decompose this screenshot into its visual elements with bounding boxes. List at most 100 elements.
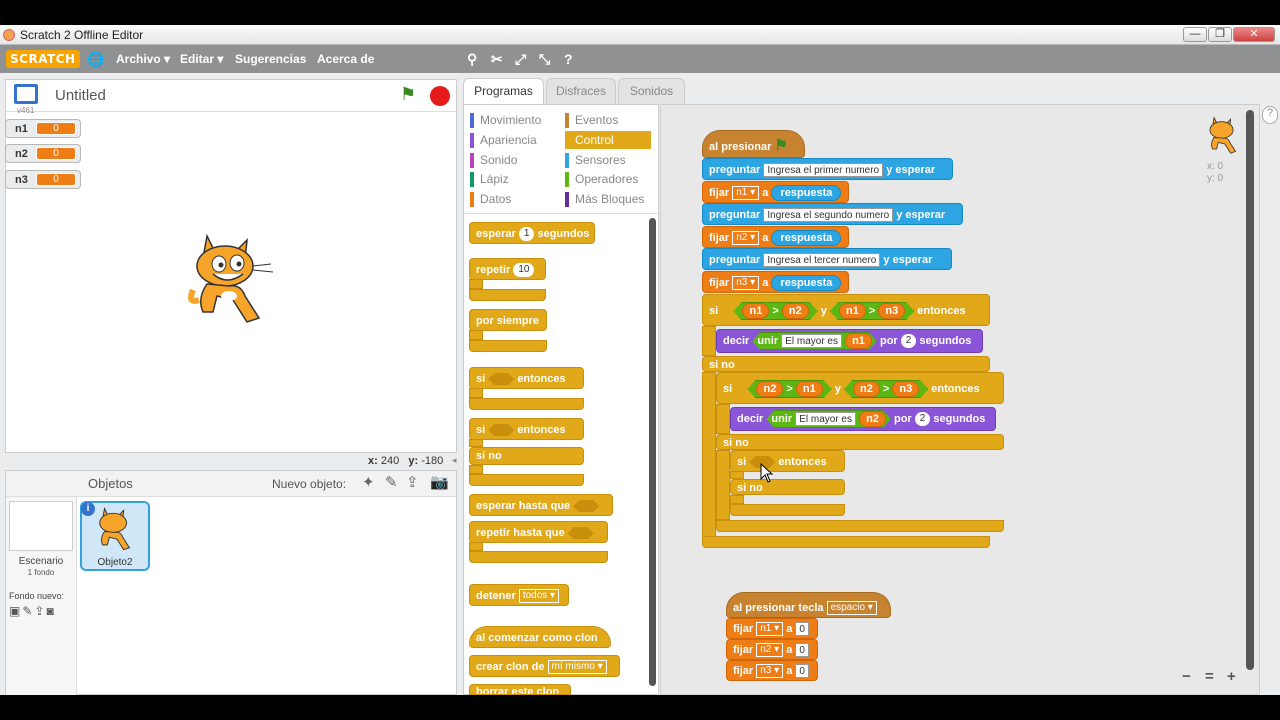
c-mouth [730,471,744,479]
help-icon[interactable]: ? [564,51,573,67]
project-title[interactable]: Untitled [55,87,106,104]
stop-icon[interactable] [430,86,450,106]
block-preguntar-2[interactable]: preguntar Ingresa el segundo numero y es… [702,203,963,225]
maximize-button[interactable]: ❐ [1208,27,1232,42]
block-detener[interactable]: detener todos ▾ [469,584,569,606]
scripts-scrollbar[interactable] [1246,110,1254,670]
block-por-siempre[interactable]: por siempre [469,309,547,331]
globe-icon[interactable]: 🌐 [87,51,104,68]
menubar: SCRATCH 🌐 Archivo ▾ Editar ▾ Sugerencias… [0,45,1280,73]
choose-sprite-icon[interactable]: ✦ [362,473,375,491]
block-fijar-n3-0[interactable]: fijar n3 ▾ a 0 [726,660,818,681]
block-fijar-n2[interactable]: fijar n2 ▾ a respuesta [702,226,849,248]
block-fijar-n1-0[interactable]: fijar n1 ▾ a 0 [726,618,818,639]
c-end [469,474,584,486]
c-mouth [469,279,483,289]
block-esperar-hasta[interactable]: esperar hasta que [469,494,613,516]
menu-editar[interactable]: Editar ▾ [180,52,223,66]
stage-thumbnail[interactable] [9,501,73,551]
zoom-in-icon[interactable]: + [1227,668,1236,685]
backdrop-tools-icon[interactable]: ▣✎⇪◙ [9,604,56,618]
block-fijar-n1[interactable]: fijar n1 ▾ a respuesta [702,181,849,203]
block-decir-1[interactable]: decir unir El mayor es n1 por 2 segundos [716,329,983,353]
sprite-preview-icon [1209,116,1237,154]
close-button[interactable]: ✕ [1233,27,1275,42]
menu-acerca[interactable]: Acerca de [317,52,374,66]
block-si-2[interactable]: si n2 > n1 y n2 > n3 entonces [716,372,1004,404]
block-si-no-2: si no [716,434,1004,450]
menu-archivo[interactable]: Archivo ▾ [116,52,170,66]
tab-programas[interactable]: Programas [463,78,544,106]
paint-sprite-icon[interactable]: ✎ [385,473,398,491]
block-preguntar-1[interactable]: preguntar Ingresa el primer numero y esp… [702,158,953,180]
camera-icon[interactable]: 📷 [430,473,449,491]
category-eventos[interactable]: Eventos [565,111,618,129]
block-esperar[interactable]: esperar 1 segundos [469,222,595,244]
category-lapiz[interactable]: Lápiz [470,170,509,188]
category-mas-bloques[interactable]: Más Bloques [565,190,644,208]
stage-header: v461 Untitled ⚑ [6,80,456,115]
tab-sonidos[interactable]: Sonidos [618,78,685,104]
app-icon [3,29,15,41]
block-si-3[interactable]: si entonces [730,450,845,472]
block-fijar-n3[interactable]: fijar n3 ▾ a respuesta [702,271,849,293]
new-object-label: Nuevo objeto: [272,477,347,491]
block-si-no-3: si no [730,479,845,495]
category-sonido[interactable]: Sonido [470,151,517,169]
window-titlebar: Scratch 2 Offline Editor — ❐ ✕ [0,25,1280,45]
category-datos[interactable]: Datos [470,190,511,208]
window-title: Scratch 2 Offline Editor [20,28,144,42]
block-al-presionar-bandera[interactable]: al presionar ⚑ [702,130,805,158]
stage-column: Escenario 1 fondo Fondo nuevo: ▣✎⇪◙ [6,497,77,695]
scratch-logo[interactable]: SCRATCH [6,50,80,68]
duplicate-icon[interactable]: ⚲ [467,51,477,68]
monitor-n3: n3 0 [5,170,81,189]
zoom-reset-icon[interactable]: = [1205,668,1214,685]
block-al-presionar-tecla[interactable]: al presionar tecla espacio ▾ [726,592,891,618]
menu-sugerencias[interactable]: Sugerencias [235,52,306,66]
fullscreen-icon[interactable] [14,84,38,104]
cut-icon[interactable]: ✂ [491,51,503,68]
block-al-comenzar-clon[interactable]: al comenzar como clon [469,626,611,648]
tab-disfraces[interactable]: Disfraces [546,78,616,104]
category-sensores[interactable]: Sensores [565,151,626,169]
cat-sprite[interactable] [185,234,277,332]
category-control[interactable]: Control [565,131,651,149]
c-end [716,520,1004,532]
c-mouth [469,330,483,340]
bottom-letterbox [0,695,1280,720]
sprite-x: x: 0 [1207,161,1224,172]
block-repetir-hasta[interactable]: repetir hasta que [469,521,608,543]
c-end [469,551,608,563]
block-fijar-n2-0[interactable]: fijar n2 ▾ a 0 [726,639,818,660]
category-apariencia[interactable]: Apariencia [470,131,537,149]
category-operadores[interactable]: Operadores [565,170,638,188]
block-preguntar-3[interactable]: preguntar Ingresa el tercer numero y esp… [702,248,952,270]
upload-sprite-icon[interactable]: ⇪ [406,473,419,491]
c-end [469,398,584,410]
block-borrar-clon[interactable]: borrar este clon [469,684,571,695]
block-si-entonces-sino[interactable]: si entonces [469,418,584,440]
c-mouth [716,450,730,520]
zoom-out-icon[interactable]: − [1182,668,1191,685]
sprite-y: y: 0 [1207,173,1224,184]
palette-scrollbar[interactable] [649,218,656,686]
minimize-button[interactable]: — [1183,27,1207,42]
block-crear-clon[interactable]: crear clon de mí mismo ▾ [469,655,620,677]
block-si-1[interactable]: si n1 > n2 y n1 > n3 entonces [702,294,990,326]
collapse-arrow-icon[interactable]: ◂ [452,455,457,466]
block-si-entonces[interactable]: si entonces [469,367,584,389]
help-side-icon[interactable]: ? [1262,106,1278,124]
info-icon[interactable]: i [81,502,95,516]
shrink-icon[interactable]: ⤡ [539,51,550,68]
sprite-thumb-objeto2[interactable]: i Objeto2 [80,501,150,571]
c-mouth [469,465,483,474]
green-flag-icon[interactable]: ⚑ [400,84,416,105]
category-movimiento[interactable]: Movimiento [470,111,541,129]
c-mouth [469,388,483,398]
c-end [469,289,546,301]
green-flag-icon: ⚑ [774,137,788,154]
grow-icon[interactable]: ⤢ [515,51,526,68]
block-decir-2[interactable]: decir unir El mayor es n2 por 2 segundos [730,407,996,431]
block-repetir[interactable]: repetir 10 [469,258,546,280]
